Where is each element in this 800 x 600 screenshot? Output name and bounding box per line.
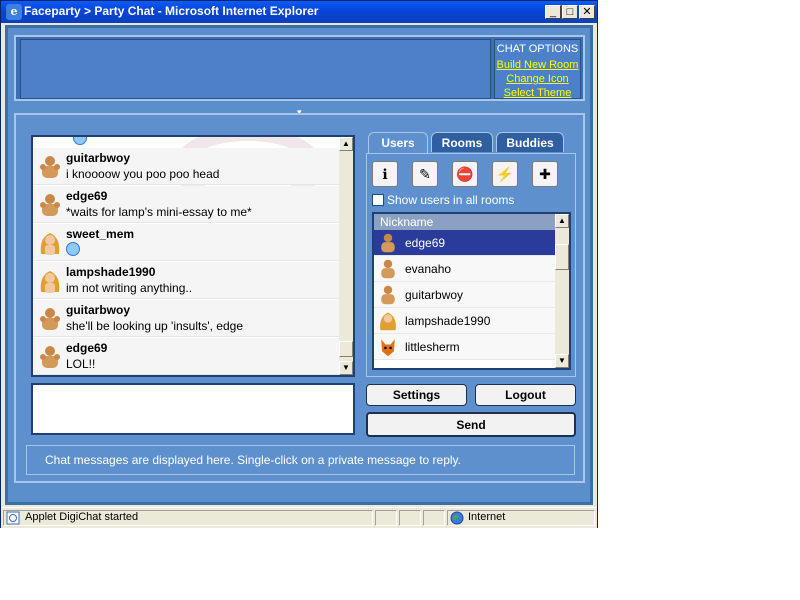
tab-rooms[interactable]: Rooms	[431, 132, 493, 152]
user-name: lampshade1990	[405, 314, 491, 328]
settings-button[interactable]: Settings	[366, 384, 467, 406]
message-nick[interactable]: sweet_mem	[66, 227, 134, 241]
status-cell	[399, 510, 421, 526]
message-text: *waits for lamp's mini-essay to me*	[66, 205, 252, 219]
message-nick[interactable]: edge69	[66, 341, 107, 355]
user-row[interactable]: evanaho	[374, 256, 555, 282]
user-name: littlesherm	[405, 340, 460, 354]
message-row: edge69 *waits for lamp's mini-essay to m…	[33, 186, 339, 223]
chat-applet: CHAT OPTIONS Build New Room Change Icon …	[8, 28, 590, 502]
user-name: guitarbwoy	[405, 288, 464, 302]
muscle-man-icon	[40, 156, 60, 178]
ie-page-icon	[6, 511, 20, 525]
kick-user-button[interactable]: ⚡	[492, 161, 518, 187]
message-pane[interactable]: guitarbwoy i knoooow you poo poo head ed…	[31, 135, 355, 377]
message-input[interactable]	[31, 383, 355, 435]
message-text: i knoooow you poo poo head	[66, 167, 220, 181]
title-bar[interactable]: e Faceparty > Party Chat - Microsoft Int…	[1, 1, 597, 23]
fox-icon	[381, 339, 395, 357]
message-row: lampshade1990 im not writing anything..	[33, 262, 339, 299]
message-nick[interactable]: edge69	[66, 189, 107, 203]
scroll-down-button[interactable]: ▼	[339, 361, 353, 375]
users-panel: ℹ ✎ ⛔ ⚡ ✚ Show users in all rooms Nickna…	[366, 153, 576, 377]
window-title: Faceparty > Party Chat - Microsoft Inter…	[24, 4, 319, 18]
user-list-scrollbar[interactable]: ▲ ▼	[555, 214, 569, 368]
blonde-woman-icon	[380, 312, 396, 331]
nickname-column-header[interactable]: Nickname	[374, 214, 555, 230]
muscle-man-icon	[40, 194, 60, 216]
maximize-button[interactable]: □	[562, 5, 578, 19]
message-row: guitarbwoy she'll be looking up 'insults…	[33, 300, 339, 337]
user-row[interactable]: guitarbwoy	[374, 282, 555, 308]
browser-window: e Faceparty > Party Chat - Microsoft Int…	[0, 0, 598, 528]
user-name: evanaho	[405, 262, 452, 276]
build-new-room-link[interactable]: Build New Room	[495, 58, 580, 72]
message-text: she'll be looking up 'insults', edge	[66, 319, 243, 333]
scroll-thumb[interactable]	[339, 341, 353, 357]
muscle-man-icon	[381, 285, 395, 305]
message-row: edge69 LOL!!	[33, 338, 339, 375]
chat-options-panel: CHAT OPTIONS Build New Room Change Icon …	[494, 39, 581, 99]
add-buddy-button[interactable]: ✚	[532, 161, 558, 187]
zone-text: Internet	[468, 511, 506, 523]
message-text: im not writing anything..	[66, 281, 193, 295]
scroll-down-button[interactable]: ▼	[555, 354, 569, 368]
ie-logo-icon: e	[6, 4, 22, 20]
blonde-woman-icon	[40, 233, 60, 255]
help-message: Chat messages are displayed here. Single…	[26, 445, 575, 475]
tab-users[interactable]: Users	[368, 132, 428, 154]
user-row[interactable]: littlesherm	[374, 334, 555, 360]
add-buddy-icon: ✚	[539, 166, 551, 182]
message-nick[interactable]: lampshade1990	[66, 265, 155, 279]
scroll-thumb[interactable]	[555, 244, 569, 270]
chat-panel: guitarbwoy i knoooow you poo poo head ed…	[14, 113, 585, 483]
scroll-up-button[interactable]: ▲	[555, 214, 569, 228]
page-content: CHAT OPTIONS Build New Room Change Icon …	[5, 25, 593, 505]
info-icon: ℹ	[382, 166, 388, 182]
muscle-man-icon	[40, 346, 60, 368]
message-text: LOL!!	[66, 357, 96, 371]
header-panel: CHAT OPTIONS Build New Room Change Icon …	[14, 35, 585, 101]
smiley-icon	[73, 137, 87, 145]
tab-buddies[interactable]: Buddies	[496, 132, 564, 152]
select-theme-link[interactable]: Select Theme	[495, 86, 580, 100]
message-row: sweet_mem	[33, 224, 339, 261]
muscle-man-icon	[381, 233, 395, 253]
show-all-rooms-label: Show users in all rooms	[387, 193, 515, 207]
status-text: Applet DigiChat started	[25, 511, 139, 523]
chat-options-header: CHAT OPTIONS	[496, 43, 579, 55]
speech-icon: ✎	[419, 166, 431, 182]
message-nick[interactable]: guitarbwoy	[66, 151, 130, 165]
scroll-up-button[interactable]: ▲	[339, 137, 353, 151]
message-row: guitarbwoy i knoooow you poo poo head	[33, 148, 339, 185]
user-info-button[interactable]: ℹ	[372, 161, 398, 187]
message-nick[interactable]: guitarbwoy	[66, 303, 130, 317]
message-scrollbar[interactable]: ▲ ▼	[339, 137, 353, 375]
private-message-button[interactable]: ✎	[412, 161, 438, 187]
ignore-icon: ⛔	[456, 166, 474, 182]
smiley-icon	[66, 242, 80, 256]
lightning-icon: ⚡	[496, 166, 514, 182]
close-button[interactable]: ✕	[579, 5, 595, 19]
user-row[interactable]: lampshade1990	[374, 308, 555, 334]
show-all-rooms-checkbox[interactable]	[372, 194, 384, 206]
change-icon-link[interactable]: Change Icon	[495, 72, 580, 86]
user-name: edge69	[405, 236, 446, 250]
muscle-man-icon	[40, 308, 60, 330]
globe-icon	[450, 511, 464, 525]
muscle-man-icon	[381, 259, 395, 279]
send-button[interactable]: Send	[366, 412, 576, 437]
logout-button[interactable]: Logout	[475, 384, 576, 406]
banner-area	[20, 39, 491, 99]
status-bar: Applet DigiChat started Internet	[1, 507, 597, 528]
ignore-user-button[interactable]: ⛔	[452, 161, 478, 187]
user-row[interactable]: edge69	[374, 230, 555, 256]
blonde-woman-icon	[40, 271, 60, 293]
status-cell	[423, 510, 445, 526]
status-cell	[375, 510, 397, 526]
minimize-button[interactable]: _	[545, 5, 561, 19]
user-list[interactable]: Nickname edge69 evanaho guitarbwoy lamps…	[372, 212, 571, 370]
